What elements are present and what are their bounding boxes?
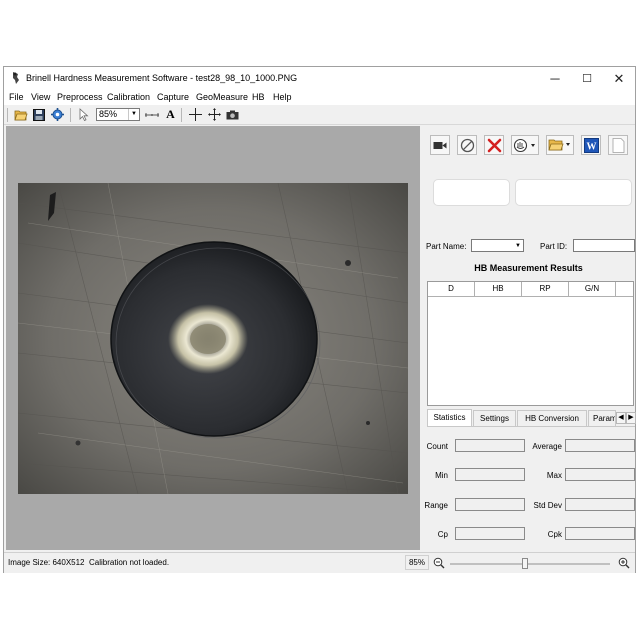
toolbar-grip <box>7 108 8 122</box>
menu-view[interactable]: View <box>31 92 50 102</box>
status-bar: Image Size: 640X512 Calibration not load… <box>4 552 635 573</box>
cpk-label: Cpk <box>547 530 562 539</box>
pointer-icon[interactable] <box>76 107 91 122</box>
tab-param[interactable]: Param <box>588 410 616 426</box>
zoom-select-value: 85% <box>99 109 118 119</box>
average-field <box>565 439 635 452</box>
tab-hb-conversion[interactable]: HB Conversion <box>517 410 587 426</box>
video-camera-icon[interactable] <box>430 135 450 155</box>
min-field <box>455 468 525 481</box>
maximize-button[interactable]: ☐ <box>571 67 603 90</box>
app-logo-icon <box>13 72 19 84</box>
zoom-slider-thumb[interactable] <box>522 558 529 569</box>
no-entry-icon[interactable] <box>457 135 477 155</box>
menu-help[interactable]: Help <box>273 92 292 102</box>
column-header-d[interactable]: D <box>428 282 475 296</box>
menu-geomeasure[interactable]: GeoMeasure <box>196 92 248 102</box>
camera-icon[interactable] <box>225 107 240 122</box>
tab-strip: Statistics Settings HB Conversion Param … <box>427 409 636 426</box>
max-field <box>565 468 635 481</box>
average-label: Average <box>532 442 562 451</box>
window-title: Brinell Hardness Measurement Software - … <box>26 73 298 83</box>
column-header-rp[interactable]: RP <box>522 282 569 296</box>
statistics-panel: Count Average Min Max Range Std Dev Cp C… <box>424 426 635 551</box>
menu-hb[interactable]: HB <box>252 92 265 102</box>
tab-scroll-left-icon[interactable]: ◀ <box>616 412 626 424</box>
zoom-slider-track[interactable] <box>450 563 610 565</box>
results-table[interactable]: D HB RP G/N <box>427 281 634 406</box>
menu-calibration[interactable]: Calibration <box>107 92 150 102</box>
min-label: Min <box>435 471 448 480</box>
count-field <box>455 439 525 452</box>
measure-hand-icon[interactable] <box>511 135 539 155</box>
column-header-gn[interactable]: G/N <box>569 282 616 296</box>
toolbar-separator <box>181 108 182 122</box>
zoom-percent: 85% <box>405 555 429 570</box>
range-label: Range <box>424 501 448 510</box>
chevron-down-icon: ▼ <box>515 242 521 249</box>
std-dev-field <box>565 498 635 511</box>
count-label: Count <box>426 442 448 451</box>
results-title: HB Measurement Results <box>474 263 583 273</box>
part-name-label: Part Name: <box>426 242 467 251</box>
hb-value-display <box>433 179 510 206</box>
menu-preprocess[interactable]: Preprocess <box>57 92 103 102</box>
zoom-in-icon[interactable] <box>617 556 630 569</box>
tab-statistics[interactable]: Statistics <box>427 409 472 426</box>
toolbar: 85% ▼ A <box>4 105 635 125</box>
menu-bar: File View Preprocess Calibration Capture… <box>4 90 635 105</box>
open-folder-icon[interactable] <box>546 135 574 155</box>
cp-label: Cp <box>437 530 448 539</box>
right-panel: W Part Name: ▼ Part ID: HB Measurement R… <box>422 126 636 551</box>
move-icon[interactable] <box>207 107 222 122</box>
svg-text:W: W <box>586 141 596 152</box>
std-dev-label: Std Dev <box>533 501 562 510</box>
part-id-label: Part ID: <box>540 242 568 251</box>
diameter-value-display <box>515 179 632 206</box>
crosshair-icon[interactable] <box>188 107 203 122</box>
results-header: D HB RP G/N <box>428 282 633 297</box>
tab-settings[interactable]: Settings <box>473 410 516 426</box>
minimize-button[interactable]: ─ <box>539 67 571 90</box>
range-field <box>455 498 525 511</box>
column-header-hb[interactable]: HB <box>475 282 522 296</box>
text-icon[interactable]: A <box>163 107 178 122</box>
close-button[interactable]: ✕ <box>603 67 635 90</box>
max-label: Max <box>546 471 562 480</box>
save-icon[interactable] <box>31 107 46 122</box>
indentation-image[interactable] <box>18 183 408 494</box>
menu-file[interactable]: File <box>9 92 24 102</box>
image-canvas[interactable] <box>6 126 420 550</box>
title-bar[interactable]: Brinell Hardness Measurement Software - … <box>4 67 635 90</box>
part-name-combo[interactable]: ▼ <box>471 239 524 252</box>
main-window: Brinell Hardness Measurement Software - … <box>3 66 636 573</box>
blank-page-icon[interactable] <box>608 135 628 155</box>
part-id-input[interactable] <box>573 239 635 252</box>
ruler-icon[interactable] <box>143 107 161 122</box>
zoom-select[interactable]: 85% ▼ <box>96 108 140 121</box>
image-size-status: Image Size: 640X512 <box>8 558 85 567</box>
open-folder-icon[interactable] <box>13 107 28 122</box>
settings-gear-icon[interactable] <box>50 107 65 122</box>
calibration-status: Calibration not loaded. <box>89 558 170 567</box>
cp-field <box>455 527 525 540</box>
chevron-down-icon: ▼ <box>128 109 139 120</box>
delete-x-icon[interactable] <box>484 135 504 155</box>
menu-capture[interactable]: Capture <box>157 92 189 102</box>
cpk-field <box>565 527 635 540</box>
tab-scroll-right-icon[interactable]: ▶ <box>626 412 636 424</box>
toolbar-separator <box>70 108 71 122</box>
zoom-out-icon[interactable] <box>432 556 445 569</box>
word-report-icon[interactable]: W <box>581 135 601 155</box>
